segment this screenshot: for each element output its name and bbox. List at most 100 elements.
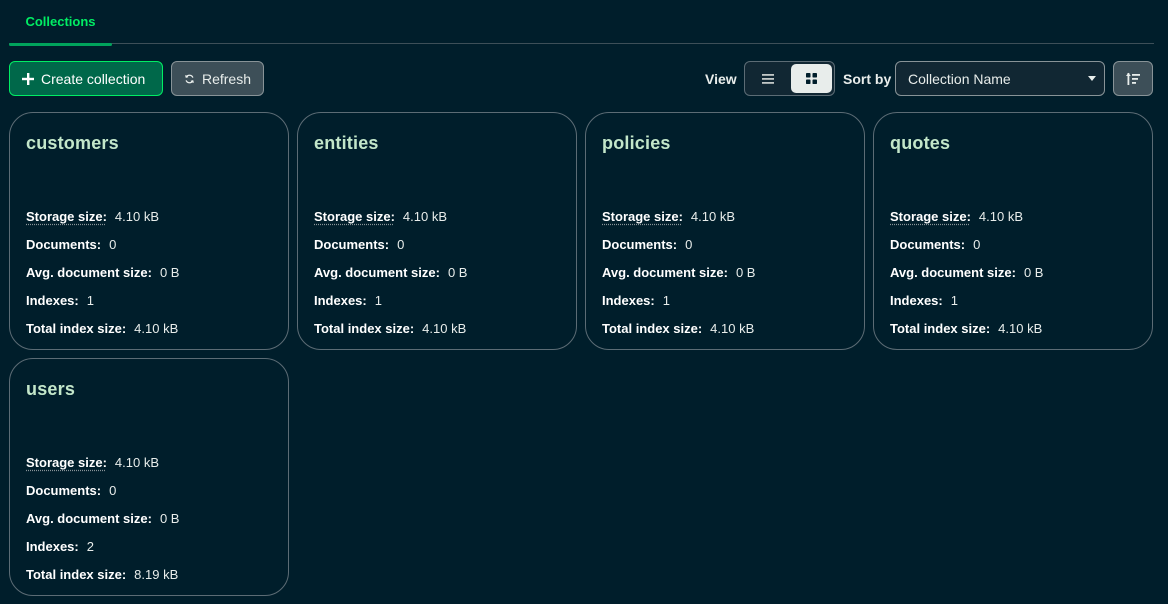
collection-stats: Storage size: 4.10 kB Documents: 0 Avg. docu… [602, 202, 755, 342]
stat-row-storage: Storage size: 4.10 kB [890, 202, 1043, 230]
stat-value: 1 [950, 292, 958, 308]
stat-row-total-index: Total index size: 8.19 kB [26, 560, 179, 588]
stat-row-avg: Avg. document size: 0 B [26, 258, 179, 286]
sort-ascending-icon [1126, 72, 1140, 85]
stat-label: Avg. document size: [314, 264, 440, 280]
stat-value: 0 [109, 482, 117, 498]
tab-bar: Collections [9, 0, 1154, 46]
collection-stats: Storage size: 4.10 kB Documents: 0 Avg. docu… [314, 202, 467, 342]
stat-label: Avg. document size: [26, 510, 152, 526]
stat-row-indexes: Indexes: 1 [602, 286, 755, 314]
stat-value: 1 [662, 292, 670, 308]
stat-value: 0 B [159, 264, 180, 280]
stat-value: 4.10 kB [422, 320, 467, 336]
collection-name[interactable]: entities [314, 133, 560, 154]
refresh-label: Refresh [201, 70, 251, 87]
sort-by-select[interactable]: Collection Name [895, 61, 1105, 96]
stat-label: Avg. document size: [602, 264, 728, 280]
list-view-icon [761, 73, 774, 84]
sort-direction-button[interactable] [1113, 61, 1153, 96]
stat-label: Documents: [26, 482, 102, 498]
stat-row-documents: Documents: 0 [26, 230, 179, 258]
collection-stats: Storage size: 4.10 kB Documents: 0 Avg. docu… [890, 202, 1043, 342]
plus-icon [22, 72, 34, 85]
stat-label[interactable]: Storage size: [602, 209, 683, 224]
stat-row-avg: Avg. document size: 0 B [314, 258, 467, 286]
collection-card[interactable]: customers Storage size: 4.10 kB Documents: 0… [9, 112, 289, 350]
collection-stats: Storage size: 4.10 kB Documents: 0 Avg. docu… [26, 202, 179, 342]
stat-row-documents: Documents: 0 [26, 476, 179, 504]
stat-row-indexes: Indexes: 1 [890, 286, 1043, 314]
collection-name[interactable]: policies [602, 133, 848, 154]
stat-row-avg: Avg. document size: 0 B [890, 258, 1043, 286]
stat-label[interactable]: Storage size: [890, 209, 971, 224]
stat-value: 8.19 kB [134, 566, 179, 582]
stat-label: Total index size: [890, 320, 991, 336]
collection-stats: Storage size: 4.10 kB Documents: 0 Avg. docu… [26, 448, 179, 588]
collection-name[interactable]: users [26, 379, 272, 400]
stat-label: Documents: [314, 236, 390, 252]
stat-row-indexes: Indexes: 1 [314, 286, 467, 314]
stat-row-total-index: Total index size: 4.10 kB [314, 314, 467, 342]
stat-value: 0 [685, 236, 693, 252]
refresh-button[interactable]: Refresh [171, 61, 264, 96]
stat-value: 4.10 kB [998, 320, 1043, 336]
stat-value: 0 B [1023, 264, 1044, 280]
stat-value: 4.10 kB [710, 320, 755, 336]
stat-label: Total index size: [26, 320, 127, 336]
stat-label: Total index size: [314, 320, 415, 336]
sort-by-label: Sort by [843, 70, 892, 87]
stat-row-storage: Storage size: 4.10 kB [26, 448, 179, 476]
stat-value: 0 [109, 236, 117, 252]
stat-row-avg: Avg. document size: 0 B [602, 258, 755, 286]
view-label: View [705, 70, 737, 87]
stat-label[interactable]: Storage size: [26, 455, 107, 470]
create-collection-button[interactable]: Create collection [9, 61, 163, 96]
list-view-button[interactable] [747, 64, 788, 93]
stat-value: 2 [86, 538, 94, 554]
collection-card[interactable]: users Storage size: 4.10 kB Documents: 0 Avg.… [9, 358, 289, 596]
tab-collections[interactable]: Collections [9, 0, 112, 46]
collection-card[interactable]: policies Storage size: 4.10 kB Documents: 0 A… [585, 112, 865, 350]
stat-value: 0 B [447, 264, 468, 280]
stat-row-storage: Storage size: 4.10 kB [314, 202, 467, 230]
stat-row-documents: Documents: 0 [890, 230, 1043, 258]
stat-value: 0 B [159, 510, 180, 526]
stat-label[interactable]: Storage size: [26, 209, 107, 224]
stat-value: 1 [86, 292, 94, 308]
stat-row-total-index: Total index size: 4.10 kB [26, 314, 179, 342]
collection-name[interactable]: customers [26, 133, 272, 154]
create-collection-label: Create collection [41, 70, 146, 87]
stat-label: Documents: [26, 236, 102, 252]
view-toggle [744, 61, 835, 96]
stat-label[interactable]: Storage size: [314, 209, 395, 224]
toolbar: Create collection Refresh View Sort by C… [9, 61, 1154, 96]
refresh-icon [185, 74, 194, 83]
stat-label: Indexes: [26, 292, 79, 308]
stat-row-documents: Documents: 0 [602, 230, 755, 258]
stat-row-indexes: Indexes: 2 [26, 532, 179, 560]
stat-label: Total index size: [602, 320, 703, 336]
stat-value: 4.10 kB [114, 208, 160, 224]
stat-value: 4.10 kB [690, 208, 736, 224]
stat-value: 4.10 kB [402, 208, 448, 224]
stat-label: Avg. document size: [26, 264, 152, 280]
stat-label: Indexes: [602, 292, 655, 308]
stat-row-storage: Storage size: 4.10 kB [26, 202, 179, 230]
stat-value: 4.10 kB [114, 454, 160, 470]
stat-value: 4.10 kB [134, 320, 179, 336]
stat-label: Documents: [890, 236, 966, 252]
stat-row-indexes: Indexes: 1 [26, 286, 179, 314]
collection-card[interactable]: quotes Storage size: 4.10 kB Documents: 0 Avg… [873, 112, 1153, 350]
stat-value: 0 [973, 236, 981, 252]
stat-value: 4.10 kB [978, 208, 1024, 224]
stat-label: Avg. document size: [890, 264, 1016, 280]
collection-name[interactable]: quotes [890, 133, 1136, 154]
stat-row-total-index: Total index size: 4.10 kB [890, 314, 1043, 342]
stat-label: Documents: [602, 236, 678, 252]
collections-grid: customers Storage size: 4.10 kB Documents: 0… [9, 112, 1153, 596]
collection-card[interactable]: entities Storage size: 4.10 kB Documents: 0 A… [297, 112, 577, 350]
stat-label: Total index size: [26, 566, 127, 582]
stat-row-total-index: Total index size: 4.10 kB [602, 314, 755, 342]
grid-view-button[interactable] [791, 64, 832, 93]
